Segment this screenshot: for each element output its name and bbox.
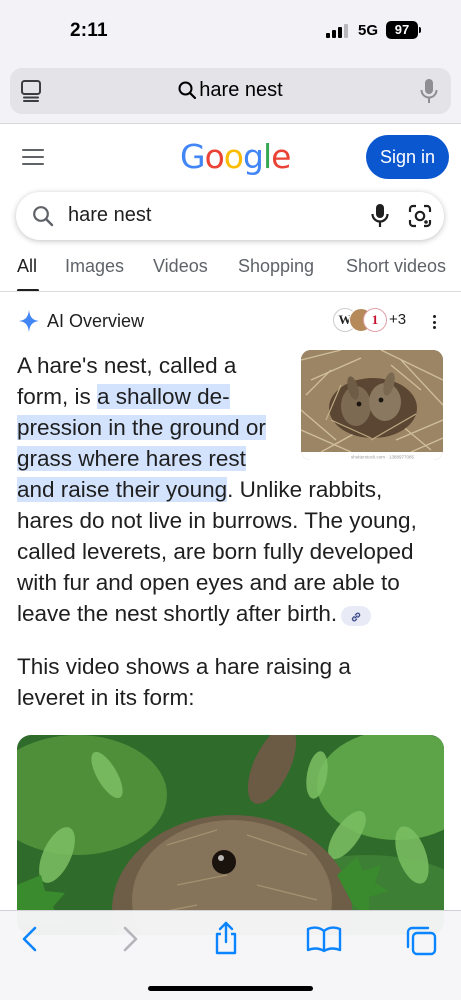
- status-time: 2:11: [70, 20, 108, 41]
- logo-letter: g: [242, 137, 264, 176]
- logo-letter: o: [223, 137, 244, 176]
- overview-line: grass where hares rest: [17, 446, 246, 471]
- camera-lens-icon[interactable]: [408, 204, 432, 233]
- search-icon: [32, 205, 54, 232]
- voice-search-icon[interactable]: [370, 203, 390, 234]
- search-input[interactable]: hare nest: [68, 204, 151, 227]
- search-icon: [178, 81, 197, 100]
- sign-in-button[interactable]: Sign in: [366, 135, 449, 179]
- overview-line: pression in the ground or: [17, 415, 266, 440]
- logo-letter: e: [271, 137, 291, 176]
- more-sources-count: +3: [389, 311, 407, 328]
- ai-overview-title: AI Overview: [47, 311, 145, 331]
- search-box[interactable]: hare nest: [16, 192, 444, 240]
- tab-short-videos[interactable]: Short videos: [346, 256, 446, 277]
- signal-icon: [326, 24, 348, 38]
- overview-line: hares do not live in burrows. The young,: [17, 508, 417, 533]
- citation-link-icon[interactable]: [341, 606, 372, 626]
- google-header: Google Sign in: [0, 125, 461, 191]
- tab-images[interactable]: Images: [65, 256, 124, 277]
- sparkle-icon: [18, 309, 40, 338]
- share-icon[interactable]: [212, 921, 240, 960]
- tabs-icon[interactable]: [404, 925, 438, 962]
- video-intro-line: This video shows a hare raising a: [17, 654, 351, 679]
- active-tab-indicator: [17, 289, 39, 291]
- overview-line: called leverets, are born fully develope…: [17, 539, 414, 564]
- forward-chevron-icon[interactable]: [120, 925, 140, 958]
- url-display[interactable]: hare nest: [10, 79, 451, 102]
- video-intro-line: leveret in its form:: [17, 685, 195, 710]
- hare-nest-thumbnail[interactable]: shutterstock.com · 1388977085: [301, 350, 443, 460]
- overview-line: leave the nest shortly after birth.: [17, 598, 372, 629]
- more-options-icon[interactable]: [432, 315, 436, 329]
- logo-letter: o: [204, 137, 225, 176]
- logo-letter: l: [262, 137, 272, 176]
- overview-line: and raise their young. Unlike rabbits,: [17, 477, 383, 502]
- address-bar[interactable]: hare nest: [10, 68, 451, 114]
- bookmarks-icon[interactable]: [306, 925, 342, 958]
- video-thumbnail[interactable]: [17, 735, 444, 935]
- tab-all[interactable]: All: [17, 256, 37, 277]
- overview-line: form, is a shallow de-: [17, 384, 230, 409]
- google-logo[interactable]: Google: [180, 137, 291, 176]
- mic-icon[interactable]: [419, 78, 439, 109]
- tab-videos[interactable]: Videos: [153, 256, 208, 277]
- source-logo-icon: 1: [363, 308, 387, 332]
- back-chevron-icon[interactable]: [20, 925, 40, 958]
- ai-overview-header: AI Overview W 1 +3: [0, 306, 461, 338]
- overview-line: with fur and open eyes and are able to: [17, 570, 400, 595]
- url-text: hare nest: [199, 79, 283, 101]
- tab-shopping[interactable]: Shopping: [238, 256, 314, 277]
- network-label: 5G: [358, 22, 379, 39]
- search-tabs: All Images Videos Shopping Short videos: [0, 252, 461, 292]
- thumbnail-caption: shutterstock.com · 1388977085: [351, 455, 415, 460]
- home-indicator: [148, 986, 313, 991]
- battery-icon: 97: [386, 21, 418, 39]
- menu-icon[interactable]: [22, 149, 44, 165]
- status-bar: 2:11 5G 97: [0, 0, 461, 60]
- logo-letter: G: [180, 137, 206, 176]
- battery-tip: [419, 27, 421, 33]
- overview-line: A hare's nest, called a: [17, 353, 237, 378]
- browser-address-area: hare nest: [0, 60, 461, 124]
